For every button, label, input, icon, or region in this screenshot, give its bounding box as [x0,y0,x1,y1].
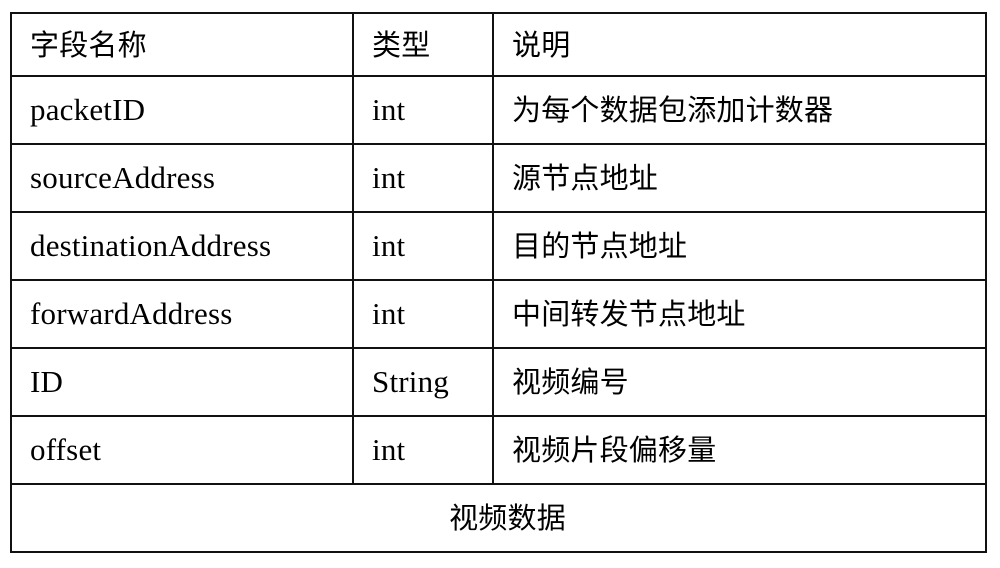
field-name-value: sourceAddress [30,160,216,196]
field-type-value: int [372,92,406,128]
field-name-value: destinationAddress [30,228,272,264]
table-row: destinationAddress int 目的节点地址 [10,211,987,281]
field-name-value: packetID [30,92,146,128]
cell-field-name: sourceAddress [10,143,354,213]
column-header-description: 说明 [492,12,987,77]
table-row: offset int 视频片段偏移量 [10,415,987,485]
cell-field-description: 中间转发节点地址 [492,279,987,349]
column-header-type: 类型 [352,12,494,77]
cell-field-description: 视频片段偏移量 [492,415,987,485]
video-data-packet-field-table: 字段名称 类型 说明 packetID int 为每个数据包添加计数器 sour… [10,12,987,553]
field-description-value: 为每个数据包添加计数器 [512,93,834,128]
cell-field-type: int [352,415,494,485]
column-header-field-name-label: 字段名称 [30,27,147,62]
cell-field-type: int [352,143,494,213]
cell-field-name: ID [10,347,354,417]
table-caption-label: 视频数据 [449,501,566,536]
cell-field-type: int [352,279,494,349]
column-header-description-label: 说明 [512,27,571,62]
cell-field-name: destinationAddress [10,211,354,281]
cell-field-name: offset [10,415,354,485]
table-row: packetID int 为每个数据包添加计数器 [10,75,987,145]
cell-field-type: int [352,211,494,281]
field-description-value: 视频片段偏移量 [512,433,717,468]
field-description-value: 源节点地址 [512,161,659,196]
cell-field-description: 为每个数据包添加计数器 [492,75,987,145]
cell-field-type: int [352,75,494,145]
cell-field-description: 源节点地址 [492,143,987,213]
field-type-value: String [372,364,449,400]
table-row: ID String 视频编号 [10,347,987,417]
table-row: forwardAddress int 中间转发节点地址 [10,279,987,349]
cell-field-name: packetID [10,75,354,145]
cell-field-description: 视频编号 [492,347,987,417]
column-header-field-name: 字段名称 [10,12,354,77]
cell-field-description: 目的节点地址 [492,211,987,281]
field-description-value: 中间转发节点地址 [512,297,746,332]
cell-field-type: String [352,347,494,417]
table-caption-row: 视频数据 [10,483,987,553]
column-header-type-label: 类型 [372,27,431,62]
table-row: sourceAddress int 源节点地址 [10,143,987,213]
table-caption: 视频数据 [10,483,987,553]
field-description-value: 视频编号 [512,365,629,400]
field-description-value: 目的节点地址 [512,229,688,264]
document-page: 字段名称 类型 说明 packetID int 为每个数据包添加计数器 sour… [0,0,1000,568]
cell-field-name: forwardAddress [10,279,354,349]
field-name-value: forwardAddress [30,296,233,332]
field-type-value: int [372,432,406,468]
field-name-value: ID [30,364,64,400]
field-type-value: int [372,228,406,264]
field-type-value: int [372,296,406,332]
field-type-value: int [372,160,406,196]
table-header-row: 字段名称 类型 说明 [10,12,987,77]
field-name-value: offset [30,432,102,468]
